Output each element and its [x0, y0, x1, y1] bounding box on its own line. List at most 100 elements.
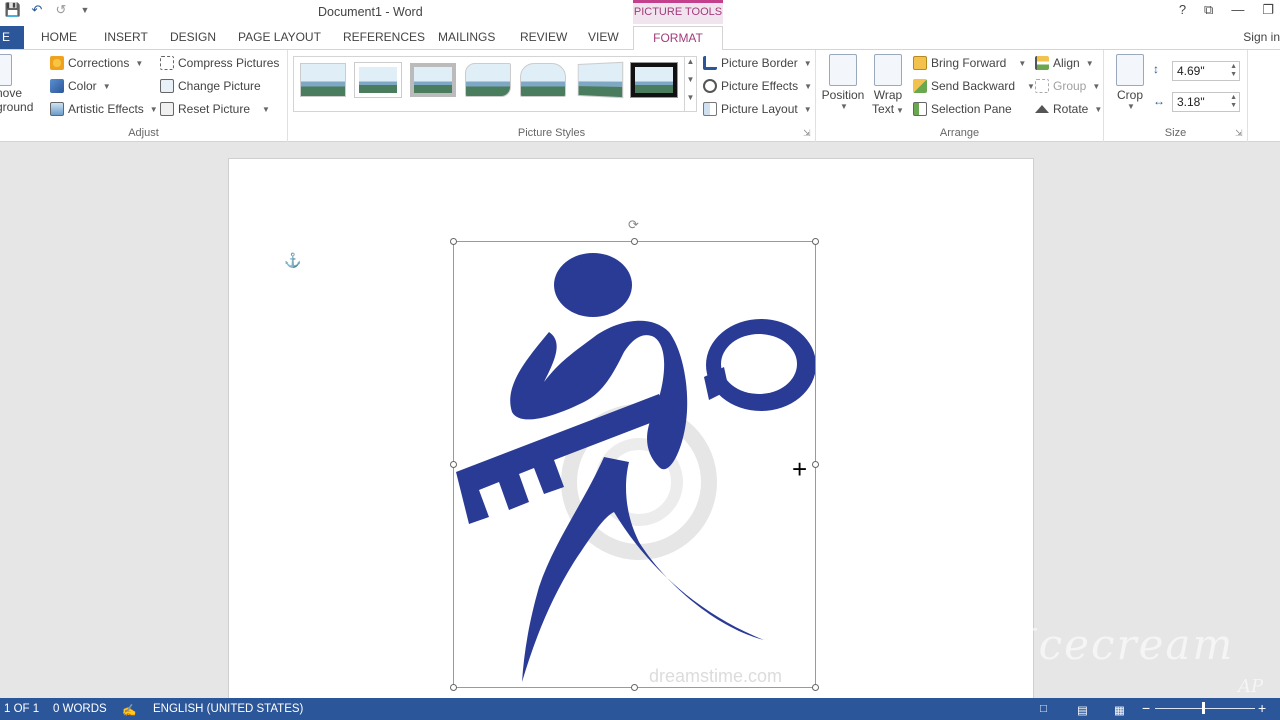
chevron-down-icon: ▼ — [840, 102, 848, 111]
zoom-slider[interactable] — [1155, 708, 1255, 709]
language-indicator[interactable]: ENGLISH (UNITED STATES) — [153, 703, 303, 715]
arrange-group-label: Arrange — [939, 127, 980, 139]
color-button[interactable]: Color ▼ — [50, 79, 111, 93]
color-icon — [50, 79, 64, 93]
picture-style-thumb[interactable] — [630, 62, 678, 98]
spin-arrows-icon[interactable]: ▲ ▼ — [1230, 94, 1237, 110]
remove-background-label-2: ground — [0, 100, 34, 114]
tab-file[interactable]: E — [0, 26, 24, 49]
height-input[interactable]: 4.69" ▲ ▼ — [1172, 61, 1240, 81]
dialog-launcher-icon[interactable]: ⇲ — [1235, 128, 1243, 139]
rotate-button[interactable]: Rotate ▼ — [1035, 102, 1102, 116]
dialog-launcher-icon[interactable]: ⇲ — [803, 128, 811, 139]
artistic-effects-button[interactable]: Artistic Effects ▼ — [50, 102, 158, 116]
resize-handle[interactable] — [450, 461, 457, 468]
width-input[interactable]: 3.18" ▲ ▼ — [1172, 92, 1240, 112]
print-layout-icon[interactable]: ▤ — [1077, 703, 1088, 717]
picture-style-thumb[interactable] — [520, 63, 566, 97]
wrap-text-button[interactable]: Wrap Text ▼ — [870, 54, 906, 116]
undo-icon[interactable]: ↶ — [28, 2, 46, 18]
picture-style-thumb[interactable] — [577, 61, 624, 99]
selection-pane-label: Selection Pane — [931, 102, 1012, 116]
tab-page-layout[interactable]: PAGE LAYOUT — [238, 30, 321, 44]
position-label: Position — [821, 88, 865, 102]
document-title: Document1 - Word — [318, 5, 423, 19]
status-bar: 1 OF 1 0 WORDS ✍ ENGLISH (UNITED STATES)… — [0, 698, 1280, 720]
zoom-slider-thumb[interactable] — [1202, 702, 1205, 714]
tab-review[interactable]: REVIEW — [520, 30, 567, 44]
help-icon[interactable]: ? — [1179, 2, 1186, 18]
resize-handle[interactable] — [450, 238, 457, 245]
remove-background-button[interactable]: nove ground — [0, 54, 36, 114]
corrections-button[interactable]: Corrections ▼ — [50, 56, 143, 70]
tab-references[interactable]: REFERENCES — [343, 30, 425, 44]
chevron-down-icon[interactable]: ▼ — [685, 75, 696, 93]
picture-layout-button[interactable]: Picture Layout ▼ — [703, 102, 812, 116]
tab-mailings[interactable]: MAILINGS — [438, 30, 495, 44]
reset-picture-button[interactable]: Reset Picture ▼ — [160, 102, 270, 116]
artistic-effects-icon — [50, 102, 64, 116]
resize-handle[interactable] — [812, 461, 819, 468]
picture-style-thumb[interactable] — [354, 62, 402, 98]
picture-style-thumb[interactable] — [410, 63, 456, 97]
group-button[interactable]: Group ▼ — [1035, 79, 1100, 93]
picture-style-thumb[interactable] — [465, 63, 511, 97]
save-icon[interactable]: 💾 — [4, 2, 22, 18]
width-icon: ↔ — [1153, 94, 1165, 108]
align-button[interactable]: Align ▼ — [1035, 56, 1094, 70]
chevron-down-icon: ▼ — [804, 81, 813, 91]
rotate-handle-icon[interactable]: ⟳ — [628, 217, 639, 233]
send-backward-button[interactable]: Send Backward ▼ — [913, 79, 1035, 93]
customize-icon[interactable]: ▼ — [76, 5, 94, 15]
zoom-in-icon[interactable]: + — [1258, 700, 1266, 716]
compress-pictures-button[interactable]: Compress Pictures — [160, 56, 279, 70]
anchor-icon[interactable]: ⚓ — [284, 252, 301, 269]
picture-effects-button[interactable]: Picture Effects ▼ — [703, 79, 812, 93]
reset-picture-icon — [160, 102, 174, 116]
resize-handle[interactable] — [812, 684, 819, 691]
adjust-group-label: Adjust — [128, 127, 159, 139]
bring-forward-icon — [913, 56, 927, 70]
chevron-up-icon[interactable]: ▲ — [685, 57, 696, 75]
tab-home[interactable]: HOME — [41, 30, 77, 44]
crop-label: Crop — [1116, 88, 1143, 102]
picture-border-label: Picture Border — [721, 56, 798, 70]
zoom-out-icon[interactable]: − — [1142, 700, 1150, 716]
selected-picture[interactable]: dreamstime.com — [453, 241, 816, 688]
resize-handle[interactable] — [812, 238, 819, 245]
web-layout-icon[interactable]: ▦ — [1114, 703, 1125, 717]
word-count[interactable]: 0 WORDS — [53, 703, 107, 715]
chevron-down-icon: ▼ — [803, 104, 812, 114]
ribbon-display-icon[interactable]: ⧉ — [1204, 2, 1213, 18]
corrections-icon — [50, 56, 64, 70]
resize-handle[interactable] — [450, 684, 457, 691]
wrap-text-label-2: Text — [872, 102, 895, 116]
send-backward-label: Send Backward — [931, 79, 1016, 93]
sign-in-link[interactable]: Sign in — [1243, 30, 1280, 44]
spin-arrows-icon[interactable]: ▲ ▼ — [1230, 63, 1237, 79]
tab-view[interactable]: VIEW — [588, 30, 619, 44]
chevron-down-icon: ▼ — [1085, 58, 1094, 68]
remove-background-icon — [0, 54, 12, 86]
tab-format[interactable]: FORMAT — [633, 26, 723, 51]
change-picture-button[interactable]: Change Picture — [160, 79, 261, 93]
tab-design[interactable]: DESIGN — [170, 30, 216, 44]
selection-pane-button[interactable]: Selection Pane — [913, 102, 1012, 116]
resize-handle[interactable] — [631, 238, 638, 245]
picture-border-button[interactable]: Picture Border ▼ — [703, 56, 812, 70]
gallery-more-icon[interactable]: ▼ — [685, 93, 696, 102]
minimize-icon[interactable]: — — [1231, 2, 1244, 18]
position-button[interactable]: Position ▼ — [820, 54, 866, 111]
read-mode-icon[interactable]: □ — [1040, 703, 1047, 715]
restore-icon[interactable]: ❐ — [1262, 2, 1274, 18]
crop-button[interactable]: Crop ▼ — [1112, 54, 1148, 111]
bring-forward-button[interactable]: Bring Forward ▼ — [913, 56, 1026, 70]
proofing-icon[interactable]: ✍ — [122, 703, 136, 717]
redo-icon[interactable]: ↺ — [52, 2, 70, 18]
align-label: Align — [1053, 56, 1080, 70]
picture-style-thumb[interactable] — [300, 63, 346, 97]
page-count[interactable]: 1 OF 1 — [4, 703, 39, 715]
tab-insert[interactable]: INSERT — [104, 30, 148, 44]
resize-handle[interactable] — [631, 684, 638, 691]
gallery-scroll[interactable]: ▲ ▼ ▼ — [685, 56, 697, 112]
